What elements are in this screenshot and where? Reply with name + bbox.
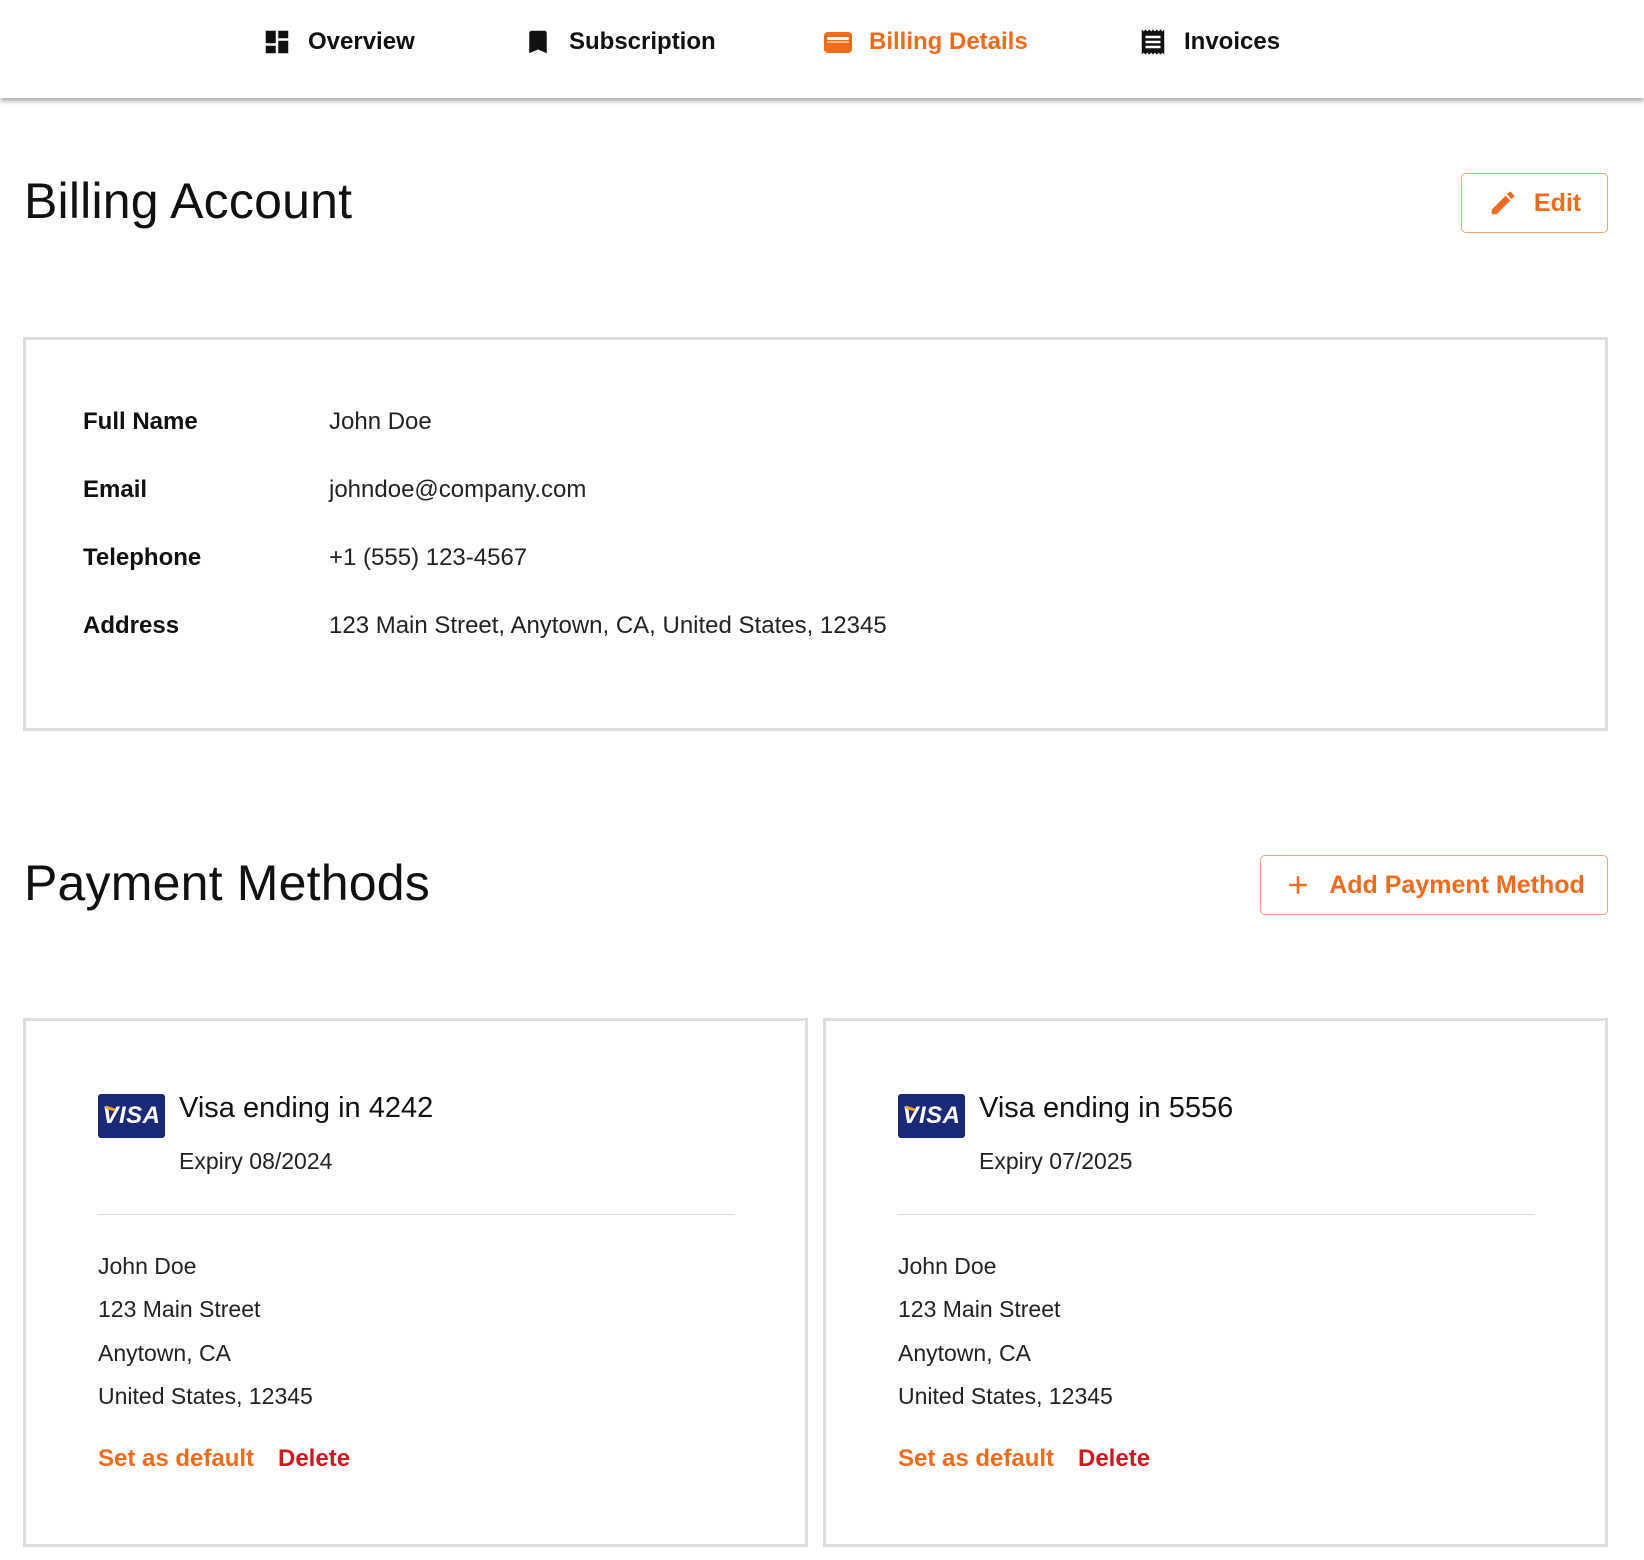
divider — [898, 1214, 1534, 1215]
tab-subscription[interactable]: Subscription — [523, 22, 716, 62]
field-label: Address — [83, 612, 180, 639]
field-label: Telephone — [83, 544, 202, 571]
tab-billing-details[interactable]: Billing Details — [823, 22, 1028, 62]
wallet-icon — [823, 27, 853, 57]
tab-label: Billing Details — [869, 28, 1028, 55]
tab-label: Invoices — [1184, 28, 1281, 55]
info-row-address: Address 123 Main Street, Anytown, CA, Un… — [83, 610, 887, 642]
add-payment-method-button[interactable]: Add Payment Method — [1260, 855, 1608, 915]
pencil-icon — [1491, 191, 1515, 215]
billing-account-title: Billing Account — [24, 173, 353, 229]
edit-button[interactable]: Edit — [1461, 173, 1608, 233]
info-row-telephone: Telephone +1 (555) 123-4567 — [83, 542, 527, 574]
field-label: Email — [83, 476, 148, 503]
tab-label: Subscription — [569, 28, 716, 55]
address-line: 123 Main Street — [898, 1296, 1061, 1322]
dashboard-icon — [262, 27, 292, 57]
tab-overview[interactable]: Overview — [262, 22, 415, 62]
set-as-default-link[interactable]: Set as default — [98, 1445, 254, 1473]
field-label: Full Name — [83, 408, 198, 435]
delete-link[interactable]: Delete — [278, 1445, 350, 1473]
tab-label: Overview — [308, 28, 415, 55]
field-value: +1 (555) 123-4567 — [329, 544, 528, 571]
info-row-email: Email johndoe@company.com — [83, 474, 586, 506]
field-value: johndoe@company.com — [329, 476, 587, 503]
visa-logo-icon: VISA — [98, 1094, 165, 1138]
delete-link[interactable]: Delete — [1078, 1445, 1150, 1473]
address-line: John Doe — [898, 1253, 997, 1279]
billing-info-panel: Full Name John Doe Email johndoe@company… — [23, 337, 1608, 731]
card-expiry: Expiry 08/2024 — [179, 1148, 333, 1174]
card-title: Visa ending in 4242 — [179, 1092, 434, 1124]
address-line: Anytown, CA — [898, 1340, 1031, 1366]
payment-card: VISA Visa ending in 4242 Expiry 08/2024 … — [23, 1018, 808, 1547]
address-line: United States, 12345 — [898, 1383, 1113, 1409]
address-line: Anytown, CA — [98, 1340, 231, 1366]
card-expiry: Expiry 07/2025 — [979, 1148, 1133, 1174]
add-payment-method-label: Add Payment Method — [1329, 870, 1585, 899]
address-line: 123 Main Street — [98, 1296, 261, 1322]
set-as-default-link[interactable]: Set as default — [898, 1445, 1054, 1473]
edit-button-label: Edit — [1533, 188, 1582, 217]
address-line: United States, 12345 — [98, 1383, 313, 1409]
divider — [98, 1214, 734, 1215]
info-row-full-name: Full Name John Doe — [83, 406, 432, 438]
payment-card: VISA Visa ending in 5556 Expiry 07/2025 … — [823, 1018, 1608, 1547]
field-value: 123 Main Street, Anytown, CA, United Sta… — [329, 612, 887, 639]
plus-icon — [1289, 876, 1307, 894]
field-value: John Doe — [329, 408, 432, 435]
bookmark-icon — [523, 27, 553, 57]
card-title: Visa ending in 5556 — [979, 1092, 1234, 1124]
receipt-icon — [1138, 27, 1168, 57]
visa-logo-icon: VISA — [898, 1094, 965, 1138]
tab-invoices[interactable]: Invoices — [1138, 22, 1280, 62]
payment-methods-title: Payment Methods — [24, 855, 430, 911]
address-line: John Doe — [98, 1253, 197, 1279]
top-navigation: Overview Subscription Billing Details In… — [0, 0, 1644, 98]
